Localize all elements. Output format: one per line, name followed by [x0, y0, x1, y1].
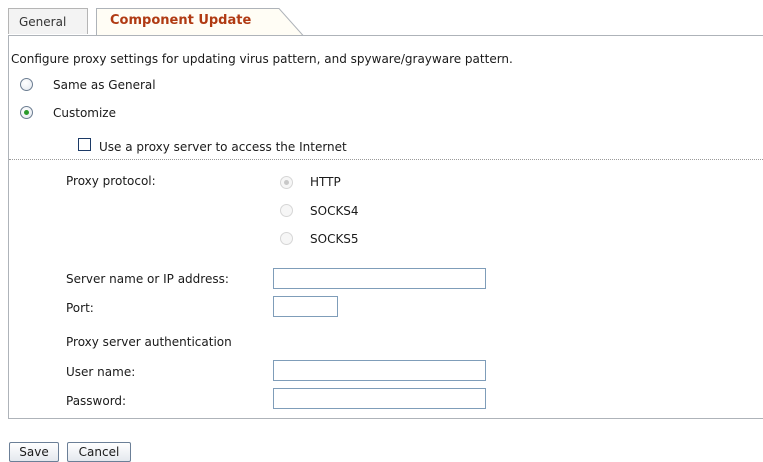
use-proxy-checkbox[interactable]: [78, 138, 91, 151]
label-socks5: SOCKS5: [310, 232, 359, 246]
radio-socks5[interactable]: [280, 232, 293, 245]
password-label: Password:: [66, 394, 127, 408]
radio-selected-dot: [24, 110, 29, 115]
server-input[interactable]: [273, 268, 486, 289]
radio-socks4[interactable]: [280, 204, 293, 217]
save-button[interactable]: Save: [9, 442, 59, 462]
port-input[interactable]: [273, 296, 338, 317]
radio-selected-dot: [284, 180, 289, 185]
label-http: HTTP: [310, 175, 341, 189]
server-label: Server name or IP address:: [66, 272, 229, 286]
radio-http[interactable]: [280, 176, 293, 189]
label-socks4: SOCKS4: [310, 204, 359, 218]
tab-general[interactable]: General: [8, 8, 88, 34]
radio-customize[interactable]: [20, 106, 33, 119]
password-input[interactable]: [273, 388, 486, 409]
label-same-as-general: Same as General: [53, 78, 156, 92]
use-proxy-label: Use a proxy server to access the Interne…: [99, 140, 347, 154]
cancel-button[interactable]: Cancel: [67, 442, 131, 462]
proxy-protocol-label: Proxy protocol:: [66, 174, 156, 188]
section-divider: [9, 159, 763, 160]
tab-component-update[interactable]: Component Update: [96, 8, 304, 36]
description-text: Configure proxy settings for updating vi…: [11, 52, 513, 66]
label-customize: Customize: [53, 106, 116, 120]
port-label: Port:: [66, 301, 94, 315]
username-input[interactable]: [273, 360, 486, 381]
radio-same-as-general[interactable]: [20, 78, 33, 91]
auth-heading: Proxy server authentication: [66, 335, 232, 349]
tab-component-update-label: Component Update: [110, 13, 252, 28]
tab-general-label: General: [19, 15, 67, 29]
username-label: User name:: [66, 365, 136, 379]
